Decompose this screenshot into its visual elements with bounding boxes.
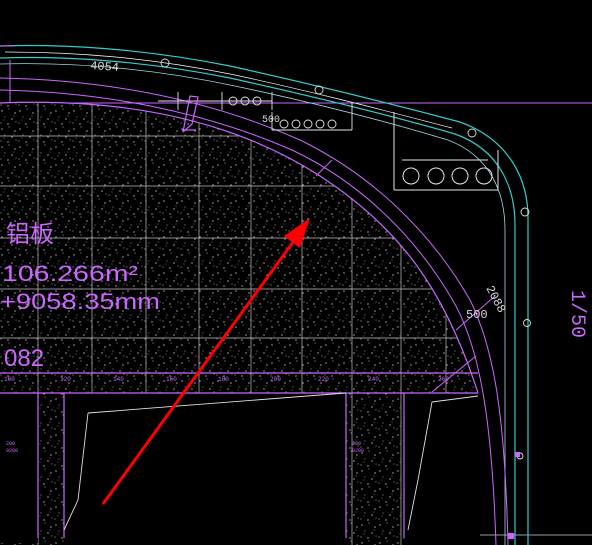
svg-text:140: 140: [113, 376, 124, 383]
svg-text:9200: 9200: [6, 448, 18, 454]
material-label: 铝板: [6, 221, 54, 248]
left-markers: [0, 45, 14, 103]
svg-text:240: 240: [368, 376, 379, 383]
length-label: +9058.35mm: [0, 289, 160, 314]
svg-text:100: 100: [4, 376, 15, 383]
svg-text:220: 220: [318, 376, 329, 383]
svg-text:200: 200: [270, 376, 281, 383]
cad-viewport[interactable]: 100 120 140 160 180 200 220 240 260 200 …: [0, 0, 592, 545]
svg-text:120: 120: [60, 376, 71, 383]
dimension-top: 4054: [90, 59, 120, 75]
svg-text:200: 200: [6, 441, 15, 447]
bracket-right: [393, 112, 499, 191]
svg-text:9200: 9200: [352, 448, 364, 454]
panel-openings: [0, 393, 480, 545]
dimension-seg-right: 500: [466, 308, 488, 322]
svg-text:180: 180: [218, 376, 229, 383]
dimension-seg-upper: 500: [262, 115, 280, 126]
partial-code-label: 082: [4, 345, 44, 372]
right-edge-partial-label: 1/50: [565, 290, 588, 338]
cad-drawing-canvas[interactable]: 100 120 140 160 180 200 220 240 260 200 …: [0, 0, 592, 545]
area-label: 106.266m²: [2, 261, 138, 286]
svg-text:160: 160: [166, 376, 177, 383]
svg-text:200: 200: [352, 441, 361, 447]
